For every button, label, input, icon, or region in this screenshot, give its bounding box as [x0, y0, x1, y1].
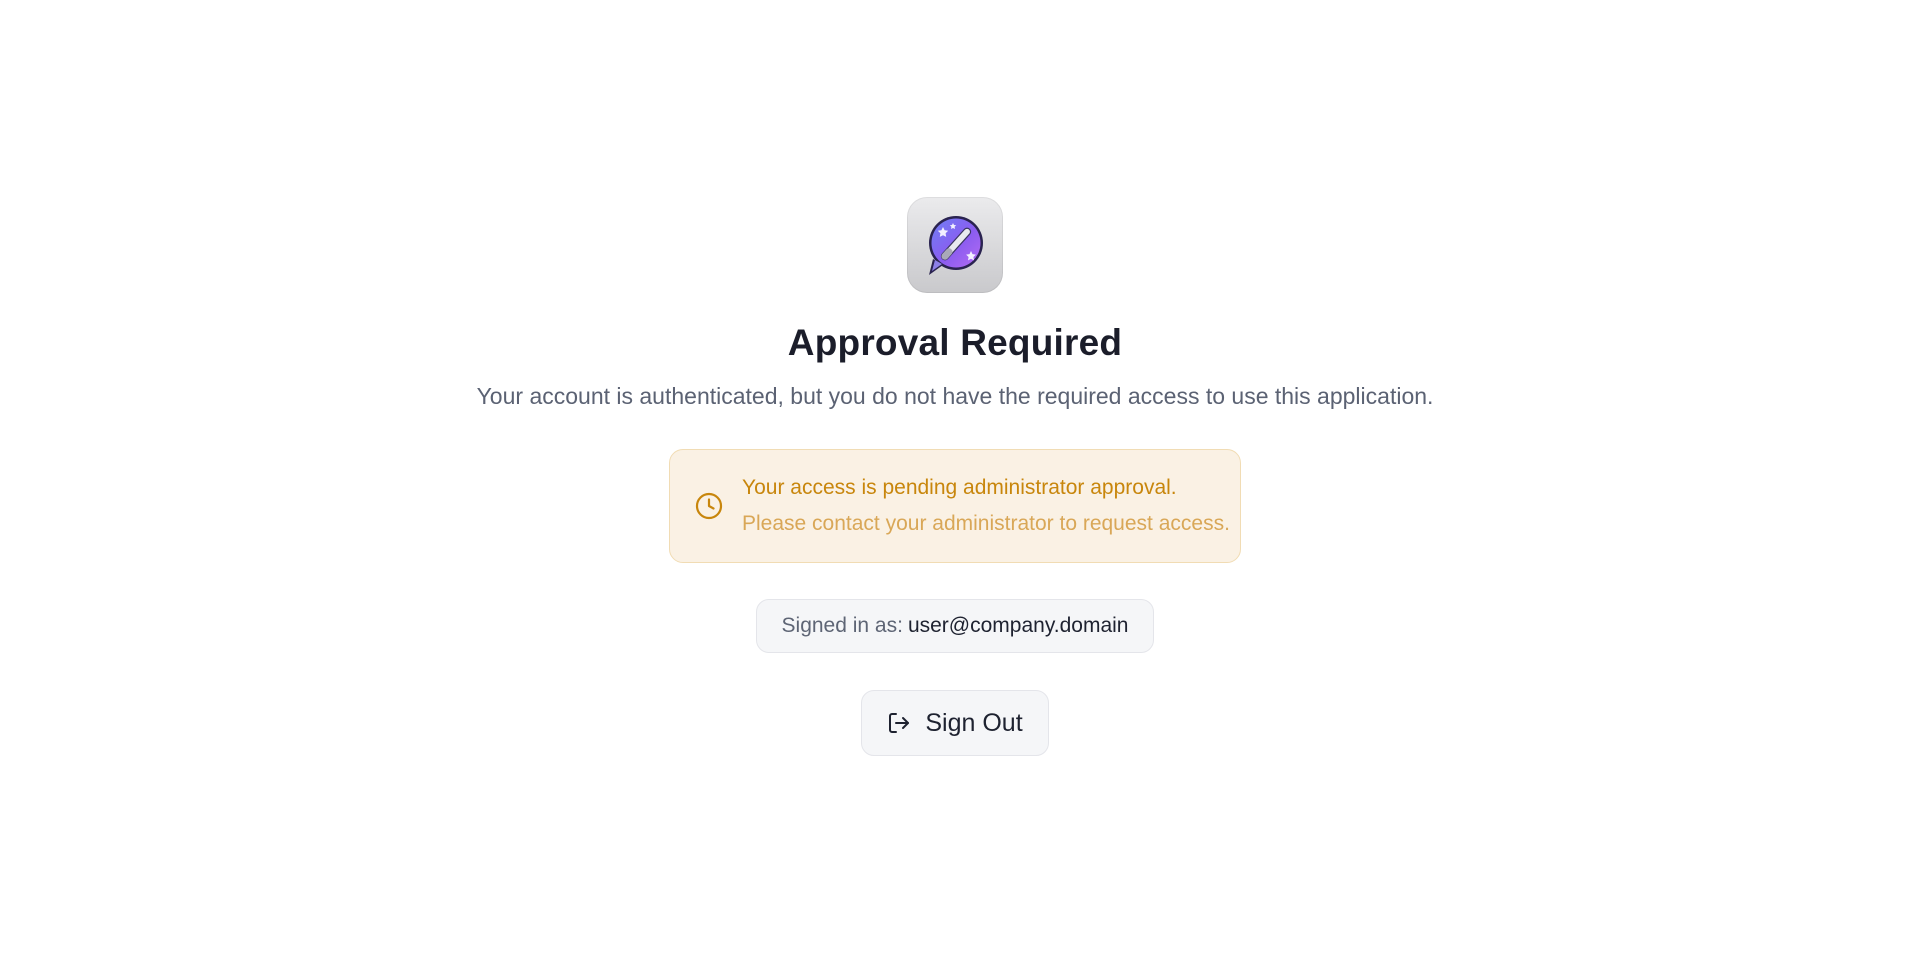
notice-instruction: Please contact your administrator to req… — [742, 512, 1230, 535]
notice-message: Your access is pending administrator app… — [742, 476, 1177, 499]
signed-in-email: user@company.domain — [907, 614, 1129, 637]
clock-icon — [695, 492, 723, 520]
signed-in-badge: Signed in as: user@company.domain — [755, 599, 1155, 653]
signed-in-label: Signed in as: — [781, 614, 903, 637]
notice-text: Your access is pending administrator app… — [742, 475, 1230, 537]
sign-out-icon — [889, 713, 910, 733]
sign-out-button[interactable]: Sign Out — [861, 690, 1049, 756]
sign-out-label: Sign Out — [925, 708, 1023, 737]
pending-approval-notice: Your access is pending administrator app… — [669, 449, 1241, 563]
magic-wand-chat-icon — [929, 216, 983, 275]
approval-panel: Approval Required Your account is authen… — [0, 0, 1910, 756]
page-title: Approval Required — [787, 322, 1123, 363]
page: Approval Required Your account is authen… — [0, 0, 1910, 954]
app-logo — [907, 197, 1003, 293]
page-subtitle: Your account is authenticated, but you d… — [476, 383, 1434, 409]
